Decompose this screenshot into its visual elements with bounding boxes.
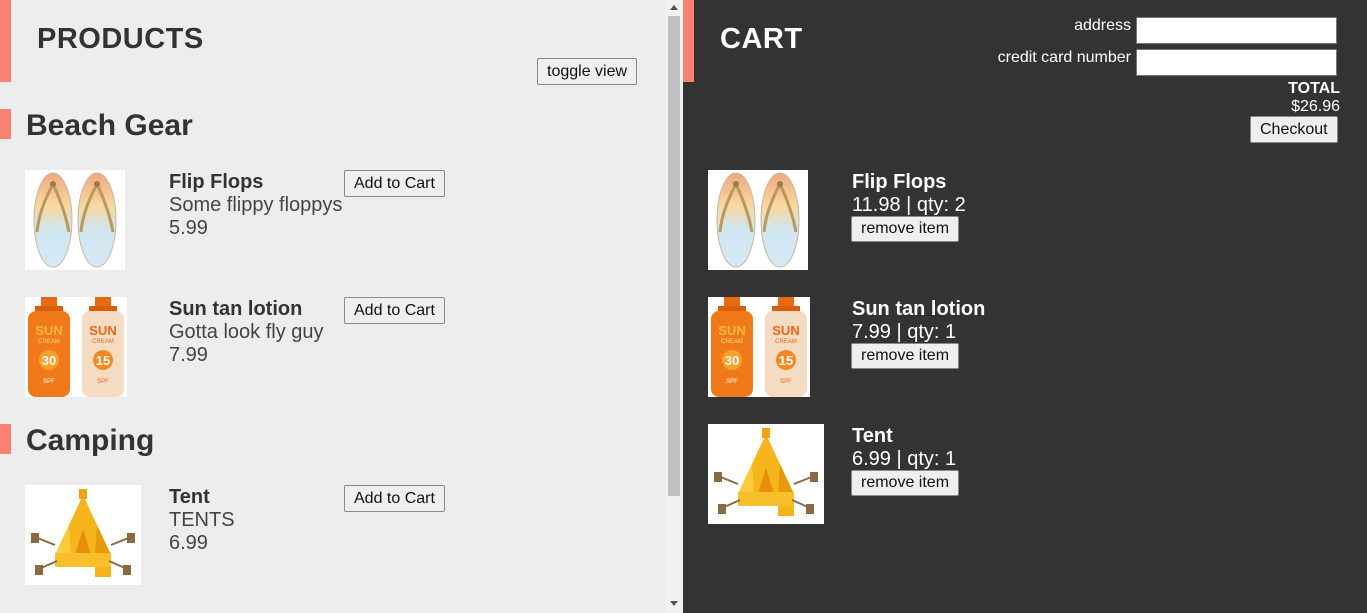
- total-label: TOTAL: [1288, 80, 1340, 97]
- accent-bar: [0, 0, 11, 82]
- product-price: 7.99: [169, 344, 208, 366]
- toggle-view-button[interactable]: toggle view: [537, 58, 638, 85]
- total-value: $26.96: [1291, 98, 1340, 115]
- accent-bar: [683, 0, 694, 82]
- checkout-button[interactable]: Checkout: [1250, 116, 1338, 143]
- cart-item-name: Sun tan lotion: [852, 298, 986, 320]
- remove-item-button[interactable]: remove item: [851, 470, 960, 496]
- category-title-beach-gear: Beach Gear: [26, 109, 193, 142]
- scroll-down-arrow-icon[interactable]: [670, 601, 678, 606]
- product-name: Tent: [169, 486, 210, 508]
- cart-item-price-qty: 7.99 | qty: 1: [852, 321, 957, 343]
- product-description: Gotta look fly guy: [169, 321, 324, 343]
- flip-flops-image: [708, 170, 808, 270]
- products-heading: PRODUCTS: [37, 23, 204, 55]
- sun-cream-image: [708, 297, 810, 397]
- cart-item-name: Flip Flops: [852, 171, 947, 193]
- sun-cream-image: [25, 297, 127, 397]
- product-name: Sun tan lotion: [169, 298, 303, 320]
- category-title-camping: Camping: [26, 424, 155, 457]
- product-description: TENTS: [169, 509, 235, 531]
- flip-flops-image: [25, 170, 125, 270]
- add-to-cart-button[interactable]: Add to Cart: [344, 297, 445, 324]
- cart-panel: CART address credit card number TOTAL $2…: [683, 0, 1367, 613]
- cart-heading: CART: [720, 23, 803, 55]
- credit-card-label: credit card number: [997, 49, 1131, 66]
- category-accent-bar: [0, 109, 11, 139]
- product-name: Flip Flops: [169, 171, 264, 193]
- products-panel: PRODUCTS toggle view Beach Gear Flip Flo…: [0, 0, 666, 613]
- credit-card-input[interactable]: [1136, 49, 1337, 76]
- cart-item-price-qty: 11.98 | qty: 2: [852, 194, 966, 216]
- product-price: 5.99: [169, 217, 208, 239]
- tent-image: [708, 424, 824, 524]
- tent-image: [25, 485, 141, 585]
- add-to-cart-button[interactable]: Add to Cart: [344, 170, 445, 197]
- product-description: Some flippy floppys: [169, 194, 343, 216]
- cart-item-name: Tent: [852, 425, 893, 447]
- scroll-thumb[interactable]: [668, 16, 680, 496]
- scroll-up-arrow-icon[interactable]: [670, 5, 678, 10]
- product-price: 6.99: [169, 532, 208, 554]
- category-accent-bar: [0, 424, 11, 454]
- add-to-cart-button[interactable]: Add to Cart: [344, 485, 445, 512]
- products-scrollbar[interactable]: [666, 0, 683, 613]
- cart-item-price-qty: 6.99 | qty: 1: [852, 448, 957, 470]
- address-input[interactable]: [1136, 17, 1337, 44]
- remove-item-button[interactable]: remove item: [851, 216, 960, 242]
- remove-item-button[interactable]: remove item: [851, 343, 960, 369]
- address-label: address: [1074, 17, 1131, 34]
